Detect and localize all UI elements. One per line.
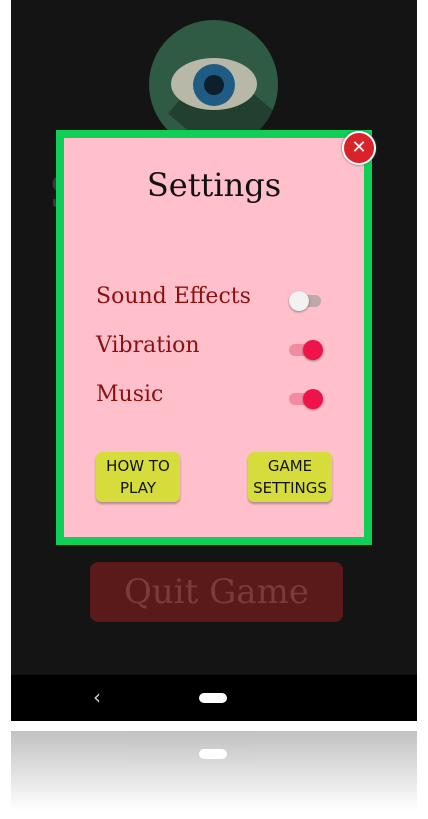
system-navbar: ‹ (11, 675, 417, 721)
sound-effects-toggle[interactable] (289, 287, 321, 315)
game-settings-button[interactable]: GAME SETTINGS (248, 452, 332, 502)
dialog-title: Settings (146, 166, 282, 204)
vibration-label: Vibration (96, 333, 200, 358)
phone-reflection (11, 731, 417, 811)
settings-dialog: Settings Sound Effects Vibration Music H… (56, 130, 376, 545)
how-to-play-button[interactable]: HOW TO PLAY (96, 452, 180, 502)
quit-game-button[interactable]: Quit Game (90, 562, 343, 622)
close-icon[interactable]: ✕ (342, 131, 376, 165)
reflection-home-icon (199, 749, 227, 759)
eye-pupil (204, 75, 224, 95)
sound-effects-label: Sound Effects (96, 284, 251, 309)
back-icon[interactable]: ‹ (93, 685, 101, 709)
music-toggle[interactable] (289, 385, 323, 413)
home-icon[interactable] (199, 693, 227, 703)
vibration-toggle[interactable] (289, 336, 323, 364)
music-label: Music (96, 382, 164, 407)
